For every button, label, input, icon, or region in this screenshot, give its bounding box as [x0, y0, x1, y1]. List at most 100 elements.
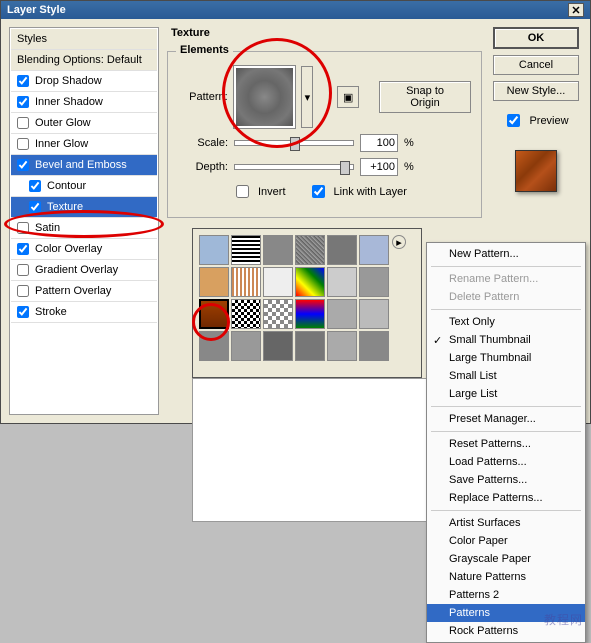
checkbox[interactable]: [17, 75, 29, 87]
pattern-cell[interactable]: [199, 235, 229, 265]
pattern-swatch[interactable]: [234, 66, 296, 128]
style-color-overlay[interactable]: Color Overlay: [11, 239, 157, 260]
style-bevel-emboss[interactable]: Bevel and Emboss: [11, 155, 157, 176]
menu-new-pattern[interactable]: New Pattern...: [427, 245, 585, 263]
style-contour[interactable]: Contour: [11, 176, 157, 197]
pattern-cell[interactable]: [359, 267, 389, 297]
pattern-cell[interactable]: [231, 331, 261, 361]
pattern-cell-selected[interactable]: [199, 299, 229, 329]
pattern-picker: ▸: [192, 228, 422, 378]
snap-to-origin-button[interactable]: Snap to Origin: [379, 81, 471, 113]
pattern-cell[interactable]: [295, 235, 325, 265]
pattern-label: Pattern:: [178, 91, 228, 103]
close-button[interactable]: ✕: [568, 3, 584, 17]
menu-color-paper[interactable]: Color Paper: [427, 532, 585, 550]
titlebar: Layer Style ✕: [1, 1, 590, 19]
menu-load-patterns[interactable]: Load Patterns...: [427, 453, 585, 471]
styles-header[interactable]: Styles: [11, 29, 157, 50]
style-satin[interactable]: Satin: [11, 218, 157, 239]
cancel-button[interactable]: Cancel: [493, 55, 579, 75]
style-pattern-overlay[interactable]: Pattern Overlay: [11, 281, 157, 302]
menu-small-list[interactable]: Small List: [427, 367, 585, 385]
new-preset-button[interactable]: ▣: [337, 86, 359, 108]
slider-thumb[interactable]: [340, 161, 350, 175]
style-inner-glow[interactable]: Inner Glow: [11, 134, 157, 155]
new-preset-icon: ▣: [343, 91, 353, 104]
pattern-cell[interactable]: [359, 299, 389, 329]
picker-menu-button[interactable]: ▸: [392, 235, 406, 249]
pattern-cell[interactable]: [199, 267, 229, 297]
styles-list: Styles Blending Options: Default Drop Sh…: [9, 27, 159, 415]
depth-slider[interactable]: [234, 164, 354, 170]
pattern-cell[interactable]: [231, 299, 261, 329]
menu-rename-pattern: Rename Pattern...: [427, 270, 585, 288]
checkbox[interactable]: [17, 138, 29, 150]
scale-input[interactable]: [360, 134, 398, 152]
menu-text-only[interactable]: Text Only: [427, 313, 585, 331]
pattern-cell[interactable]: [327, 331, 357, 361]
preview-checkbox[interactable]: [507, 114, 520, 127]
menu-grayscale-paper[interactable]: Grayscale Paper: [427, 550, 585, 568]
menu-reset-patterns[interactable]: Reset Patterns...: [427, 435, 585, 453]
style-stroke[interactable]: Stroke: [11, 302, 157, 323]
menu-separator: [431, 309, 581, 310]
pattern-cell[interactable]: [231, 235, 261, 265]
checkbox[interactable]: [17, 222, 29, 234]
pattern-cell[interactable]: [327, 299, 357, 329]
menu-patterns-2[interactable]: Patterns 2: [427, 586, 585, 604]
pattern-cell[interactable]: [327, 235, 357, 265]
link-checkbox[interactable]: [312, 185, 325, 198]
blending-options[interactable]: Blending Options: Default: [11, 50, 157, 71]
menu-preset-manager[interactable]: Preset Manager...: [427, 410, 585, 428]
slider-thumb[interactable]: [290, 137, 300, 151]
checkbox[interactable]: [17, 306, 29, 318]
close-icon: ✕: [571, 4, 580, 17]
pattern-cell[interactable]: [295, 331, 325, 361]
scale-slider[interactable]: [234, 140, 354, 146]
watermark: 教程网: [544, 611, 583, 628]
pattern-cell[interactable]: [327, 267, 357, 297]
pattern-cell[interactable]: [263, 299, 293, 329]
pattern-cell[interactable]: [263, 331, 293, 361]
checkbox[interactable]: [29, 201, 41, 213]
style-outer-glow[interactable]: Outer Glow: [11, 113, 157, 134]
menu-artist-surfaces[interactable]: Artist Surfaces: [427, 514, 585, 532]
menu-small-thumbnail[interactable]: ✓Small Thumbnail: [427, 331, 585, 349]
invert-checkbox[interactable]: [236, 185, 249, 198]
checkbox[interactable]: [17, 285, 29, 297]
style-inner-shadow[interactable]: Inner Shadow: [11, 92, 157, 113]
elements-group: Elements Pattern: ▾ ▣ Snap to Origin Sca…: [167, 51, 482, 218]
menu-replace-patterns[interactable]: Replace Patterns...: [427, 489, 585, 507]
menu-large-thumbnail[interactable]: Large Thumbnail: [427, 349, 585, 367]
checkbox[interactable]: [17, 117, 29, 129]
style-drop-shadow[interactable]: Drop Shadow: [11, 71, 157, 92]
invert-label: Invert: [258, 186, 286, 198]
pattern-cell[interactable]: [359, 331, 389, 361]
checkbox[interactable]: [17, 264, 29, 276]
checkbox[interactable]: [17, 243, 29, 255]
depth-label: Depth:: [178, 161, 228, 173]
pattern-cell[interactable]: [359, 235, 389, 265]
ok-button[interactable]: OK: [493, 27, 579, 49]
menu-large-list[interactable]: Large List: [427, 385, 585, 403]
pattern-cell[interactable]: [295, 267, 325, 297]
menu-delete-pattern: Delete Pattern: [427, 288, 585, 306]
new-style-button[interactable]: New Style...: [493, 81, 579, 101]
preview-swatch: [515, 150, 557, 192]
pattern-dropdown[interactable]: ▾: [301, 66, 313, 128]
pattern-cell[interactable]: [231, 267, 261, 297]
menu-save-patterns[interactable]: Save Patterns...: [427, 471, 585, 489]
menu-separator: [431, 431, 581, 432]
style-texture[interactable]: Texture: [11, 197, 157, 218]
texture-group-label: Texture: [171, 27, 482, 39]
pattern-cell[interactable]: [295, 299, 325, 329]
style-gradient-overlay[interactable]: Gradient Overlay: [11, 260, 157, 281]
pattern-cell[interactable]: [199, 331, 229, 361]
menu-nature-patterns[interactable]: Nature Patterns: [427, 568, 585, 586]
checkbox[interactable]: [17, 159, 29, 171]
checkbox[interactable]: [17, 96, 29, 108]
checkbox[interactable]: [29, 180, 41, 192]
pattern-cell[interactable]: [263, 267, 293, 297]
depth-input[interactable]: [360, 158, 398, 176]
pattern-cell[interactable]: [263, 235, 293, 265]
